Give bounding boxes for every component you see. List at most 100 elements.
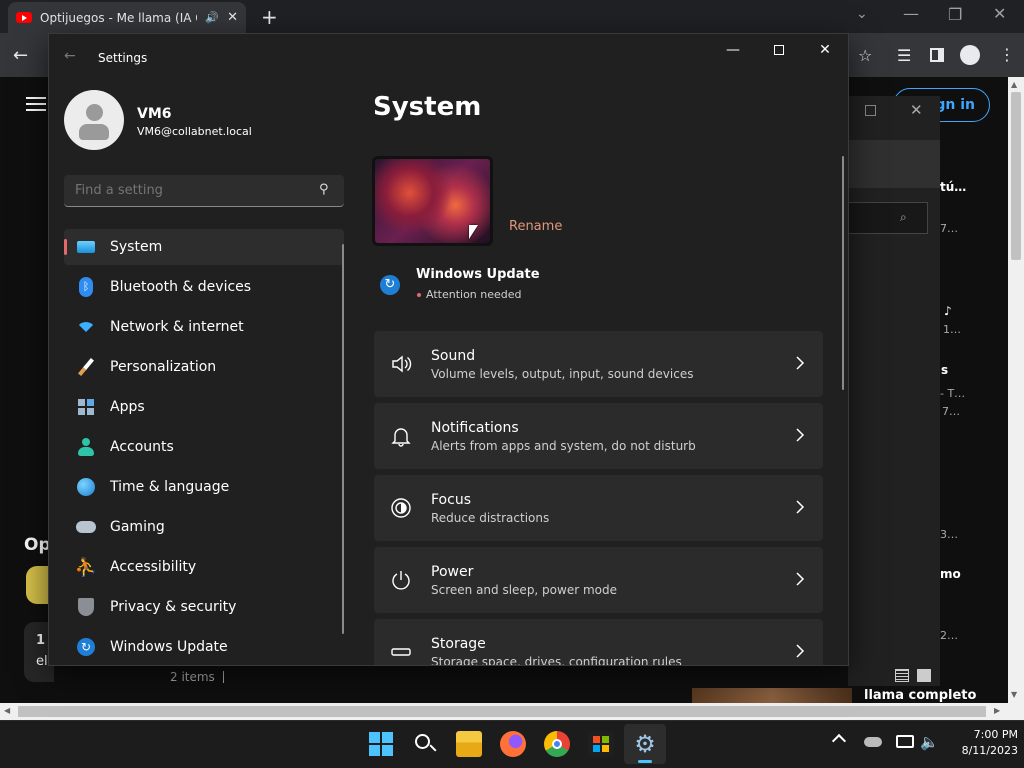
microsoft-store-icon[interactable] [588,731,614,757]
chrome-icon[interactable] [544,731,570,757]
video-thumbnail[interactable] [692,688,852,703]
search-icon[interactable]: ⚲ [319,182,329,197]
search-box[interactable]: ⚲ [64,175,344,207]
wifi-icon [76,317,96,337]
sound-card[interactable]: Sound Volume levels, output, input, soun… [374,331,823,397]
close-icon[interactable]: ✕ [802,34,848,66]
close-tab-icon[interactable]: ✕ [227,10,238,25]
partial-text-7: 3… [940,528,958,541]
bluetooth-icon: ᛒ [76,277,96,297]
sync-icon: ↻ [76,637,96,657]
browser-minimize-icon[interactable]: — [903,4,919,23]
page-title: System [373,92,482,122]
bookmark-star-icon[interactable]: ☆ [858,46,872,65]
network-icon[interactable] [896,735,914,748]
power-icon [392,571,410,590]
system-clock[interactable]: 7:00 PM 8/11/2023 [944,727,1018,759]
sidebar-item-privacy[interactable]: Privacy & security [64,589,344,625]
browser-close-icon[interactable]: ✕ [993,4,1006,23]
sidebar-item-network[interactable]: Network & internet [64,309,344,345]
file-explorer-icon[interactable] [456,731,482,757]
storage-card[interactable]: Storage Storage space, drives, configura… [374,619,823,665]
sidebar-item-windows-update[interactable]: ↻ Windows Update [64,629,344,665]
settings-active-indicator [638,760,652,763]
sidebar-item-label: Apps [110,399,145,415]
partial-text-5: - T… [940,387,966,400]
media-queue-icon[interactable]: ☰ [897,46,911,65]
sidebar-item-personalization[interactable]: Personalization [64,349,344,385]
search-input[interactable] [64,175,309,205]
card-subtitle: Volume levels, output, input, sound devi… [431,367,694,381]
status-bar: 2 items [157,666,937,688]
sidebar-item-apps[interactable]: Apps [64,389,344,425]
tab-search-icon[interactable]: ⌄ [856,6,868,22]
details-view-icon[interactable] [895,669,909,682]
video-title-partial[interactable]: llama completo [864,688,976,703]
search-icon[interactable] [412,731,438,757]
behind-panel [848,140,940,188]
back-arrow-icon[interactable]: ← [13,45,28,66]
start-button-windows-icon[interactable] [368,731,394,757]
sidebar-item-label: Bluetooth & devices [110,279,252,295]
settings-gear-icon[interactable]: ⚙ [632,731,658,757]
partial-text-2: 7… [940,222,958,235]
maximize-icon[interactable] [756,34,802,66]
bell-icon [391,428,411,447]
channel-avatar[interactable] [26,566,48,604]
windows-update-title[interactable]: Windows Update [416,267,540,282]
sidebar-item-system[interactable]: System [64,229,344,265]
side-panel-icon[interactable] [930,48,944,62]
partial-text-3: 1… [943,323,961,336]
sidebar-item-accessibility[interactable]: ⛹ Accessibility [64,549,344,585]
vertical-scroll-thumb[interactable] [1011,92,1021,260]
card-subtitle: Storage space, drives, configuration rul… [431,655,682,665]
volume-icon[interactable]: 🔈 [920,733,939,751]
browser-tab[interactable]: Optijuegos - Me llama (IA Co 🔊 ✕ [8,2,246,33]
avatar[interactable] [64,90,124,150]
browser-restore-icon[interactable]: ❐ [948,5,962,24]
sidebar-item-label: Gaming [110,519,165,535]
apps-icon [76,397,96,417]
main-scrollbar[interactable] [842,156,844,390]
sidebar-item-accounts[interactable]: Accounts [64,429,344,465]
shield-icon [76,597,96,617]
rename-link[interactable]: Rename [509,219,562,234]
sidebar-scrollbar[interactable] [342,244,344,634]
scroll-right-icon[interactable]: ▶ [994,706,1000,715]
focus-card[interactable]: Focus Reduce distractions [374,475,823,541]
sidebar-item-bluetooth[interactable]: ᛒ Bluetooth & devices [64,269,344,305]
sidebar-item-label: Personalization [110,359,217,375]
card-title: Power [431,564,474,580]
back-arrow-icon[interactable]: ← [64,48,76,64]
profile-icon[interactable] [960,45,980,65]
sidebar-item-time-language[interactable]: Time & language [64,469,344,505]
scroll-up-icon[interactable]: ▲ [1011,80,1017,89]
new-tab-icon[interactable]: + [261,5,278,29]
minimize-icon[interactable]: — [710,34,756,66]
hamburger-menu-icon[interactable] [26,97,46,111]
behind-dialog-close-icon[interactable]: ✕ [910,101,923,119]
speaker-icon[interactable]: 🔊 [205,11,219,24]
tiles-view-icon[interactable] [917,669,931,682]
onedrive-offline-icon[interactable] [864,737,882,747]
power-card[interactable]: Power Screen and sleep, power mode [374,547,823,613]
accessibility-icon: ⛹ [74,556,98,578]
behind-search-box[interactable] [848,202,928,234]
horizontal-scroll-thumb[interactable] [18,706,986,717]
chevron-right-icon [796,644,805,658]
sidebar-item-label: Network & internet [110,319,244,335]
scroll-left-icon[interactable]: ◀ [4,706,10,715]
firefox-icon[interactable] [500,731,526,757]
window-title: Settings [98,51,148,65]
sidebar-item-gaming[interactable]: Gaming [64,509,344,545]
sidebar-item-label: Accessibility [110,559,197,575]
scroll-down-icon[interactable]: ▼ [1011,690,1017,699]
notifications-card[interactable]: Notifications Alerts from apps and syste… [374,403,823,469]
user-email: VM6@collabnet.local [137,125,252,138]
browser-menu-icon[interactable]: ⋮ [999,45,1015,64]
partial-text-4: s [941,363,949,377]
monitor-icon [76,237,96,257]
card-title: Storage [431,636,486,652]
behind-dialog-restore-icon[interactable] [865,105,876,116]
chevron-right-icon [796,572,805,586]
